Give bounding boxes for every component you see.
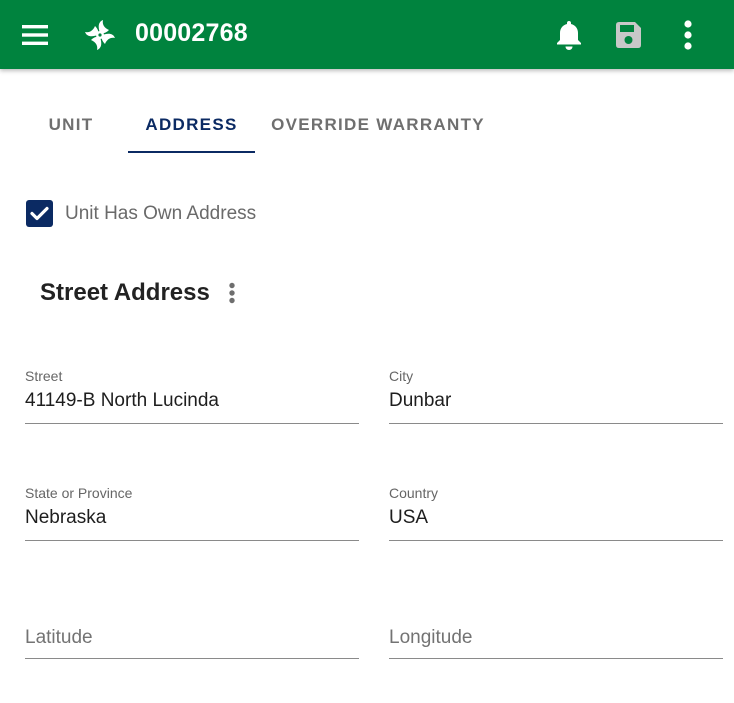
unit-has-own-address-checkbox-row[interactable]: Unit Has Own Address — [26, 200, 256, 227]
app-bar: 00002768 — [0, 0, 734, 69]
more-vertical-icon — [684, 20, 692, 50]
bell-icon — [557, 21, 581, 50]
menu-button[interactable] — [14, 14, 56, 56]
active-tab-indicator — [128, 151, 255, 153]
country-field[interactable]: Country USA — [389, 485, 723, 541]
section-more-button[interactable] — [224, 278, 240, 308]
street-value[interactable]: 41149-B North Lucinda — [25, 390, 219, 412]
notifications-button[interactable] — [548, 14, 590, 56]
latitude-placeholder: Latitude — [25, 627, 93, 648]
street-address-section-header: Street Address — [40, 278, 240, 308]
state-field[interactable]: State or Province Nebraska — [25, 485, 359, 541]
unit-has-own-address-checkbox[interactable] — [26, 200, 53, 227]
city-value[interactable]: Dunbar — [389, 390, 451, 412]
floppy-save-icon — [616, 22, 641, 48]
street-label: Street — [25, 368, 63, 384]
tab-bar: UNIT ADDRESS OVERRIDE WARRANTY — [0, 96, 734, 154]
checkbox-label: Unit Has Own Address — [65, 202, 257, 224]
pinwheel-logo-icon — [84, 18, 116, 52]
longitude-placeholder: Longitude — [389, 627, 473, 648]
tab-override-warranty[interactable]: OVERRIDE WARRANTY — [270, 96, 486, 154]
tab-address[interactable]: ADDRESS — [128, 96, 255, 154]
city-field[interactable]: City Dunbar — [389, 368, 723, 424]
state-label: State or Province — [25, 485, 133, 501]
page-title: 00002768 — [135, 19, 248, 47]
city-label: City — [389, 368, 414, 384]
country-label: Country — [389, 485, 439, 501]
country-value[interactable]: USA — [389, 507, 428, 529]
tab-unit[interactable]: UNIT — [34, 96, 108, 154]
save-button[interactable] — [607, 14, 649, 56]
street-field[interactable]: Street 41149-B North Lucinda — [25, 368, 359, 424]
hamburger-menu-icon — [22, 25, 48, 45]
longitude-field[interactable]: Longitude — [389, 603, 723, 659]
state-value[interactable]: Nebraska — [25, 507, 106, 529]
latitude-field[interactable]: Latitude — [25, 603, 359, 659]
checkmark-icon — [30, 206, 49, 221]
more-vertical-icon — [229, 282, 235, 304]
section-title: Street Address — [40, 279, 210, 306]
more-options-button[interactable] — [667, 14, 709, 56]
